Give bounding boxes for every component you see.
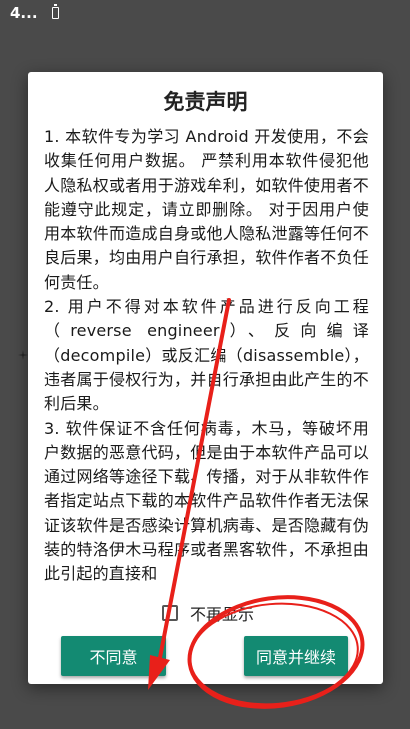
sparkle-icon	[18, 350, 28, 360]
disclaimer-paragraph-2: 2. 用户不得对本软件产品进行反向工程（reverse engineer）、反向…	[44, 297, 369, 414]
disclaimer-dialog: 免责声明 1. 本软件专为学习 Android 开发使用，不会收集任何用户数据。…	[28, 72, 383, 684]
agree-and-continue-button[interactable]: 同意并继续	[244, 636, 348, 676]
dialog-title: 免责声明	[163, 90, 248, 114]
dialog-body[interactable]: 1. 本软件专为学习 Android 开发使用，不会收集任何用户数据。 严禁利用…	[44, 125, 369, 655]
dont-show-again-label: 不再显示	[190, 605, 255, 624]
dont-show-again-checkbox[interactable]	[162, 605, 178, 621]
disclaimer-paragraph-1: 1. 本软件专为学习 Android 开发使用，不会收集任何用户数据。 严禁利用…	[44, 127, 369, 292]
screen: 4... 免责声明 1. 本软件专为学习 Android 开发使用，不会收集任何…	[0, 0, 410, 729]
status-time: 4...	[10, 4, 38, 22]
status-bar: 4...	[0, 0, 410, 26]
battery-icon	[51, 4, 59, 19]
disagree-button[interactable]: 不同意	[61, 636, 166, 676]
disclaimer-paragraph-3: 3. 软件保证不含任何病毒，木马，等破坏用户数据的恶意代码，但是由于本软件产品可…	[44, 418, 369, 584]
dont-show-again-row[interactable]: 不再显示	[162, 601, 254, 625]
